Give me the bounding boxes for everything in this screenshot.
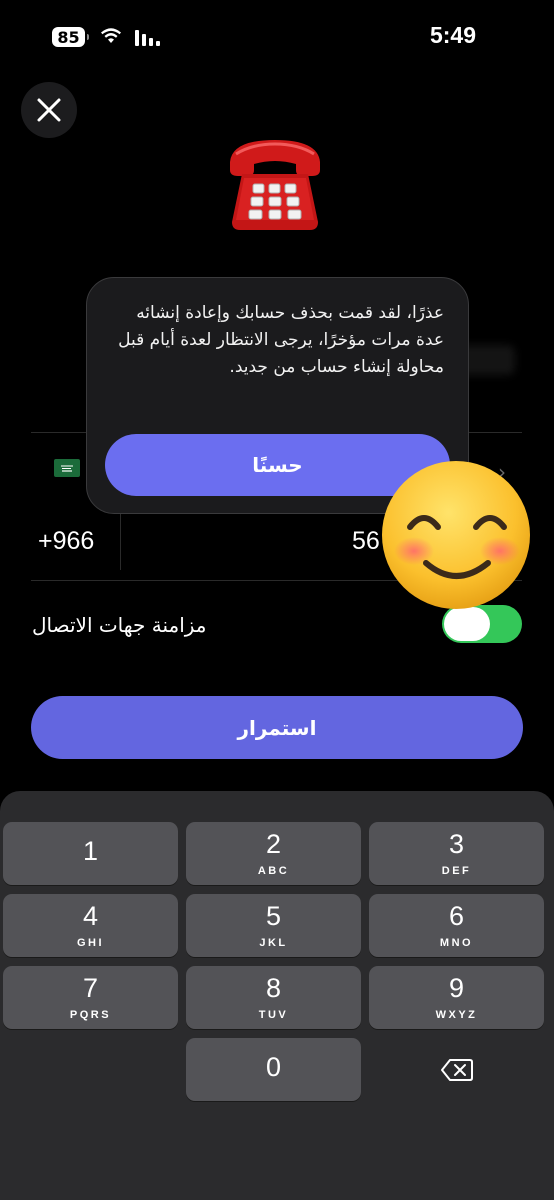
key-5[interactable]: 5 JKL xyxy=(186,894,361,957)
battery-indicator: 85 xyxy=(52,27,89,47)
continue-button[interactable]: استمرار xyxy=(31,696,523,759)
key-digit: 3 xyxy=(448,829,465,859)
phone-number-field[interactable]: 56 xyxy=(352,527,380,556)
status-time: 5:49 xyxy=(429,22,476,48)
key-letters: GHI xyxy=(76,937,105,949)
key-digit: 7 xyxy=(82,973,99,1003)
key-letters: TUV xyxy=(258,1009,289,1021)
key-digit: 5 xyxy=(265,901,282,931)
key-letters: ABC xyxy=(257,865,290,877)
key-6[interactable]: 6 MNO xyxy=(369,894,544,957)
key-letters: WXYZ xyxy=(435,1009,478,1021)
key-letters: MNO xyxy=(439,937,474,949)
key-letters: PQRS xyxy=(69,1009,112,1021)
battery-level: 85 xyxy=(57,27,80,47)
close-icon xyxy=(37,98,61,122)
key-9[interactable]: 9 WXYZ xyxy=(369,966,544,1029)
close-button[interactable] xyxy=(21,82,77,138)
country-code[interactable]: +966 xyxy=(38,527,94,556)
cellular-signal-icon xyxy=(135,30,160,46)
wifi-icon xyxy=(101,28,121,43)
key-digit: 0 xyxy=(265,1052,282,1082)
key-letters: DEF xyxy=(441,865,472,877)
dialog-message: عذرًا، لقد قمت بحذف حسابك وإعادة إنشائه … xyxy=(118,303,444,377)
key-7[interactable]: 7 PQRS xyxy=(3,966,178,1029)
telephone-emoji xyxy=(230,140,320,230)
key-digit: 1 xyxy=(82,836,99,866)
key-4[interactable]: 4 GHI xyxy=(3,894,178,957)
key-0[interactable]: 0 xyxy=(186,1038,361,1101)
toggle-knob xyxy=(444,607,490,641)
key-letters: JKL xyxy=(259,937,288,949)
backspace-icon xyxy=(440,1058,473,1081)
key-2[interactable]: 2 ABC xyxy=(186,822,361,885)
divider xyxy=(120,510,121,570)
key-digit: 6 xyxy=(448,901,465,931)
key-digit: 2 xyxy=(265,829,282,859)
saudi-flag-icon xyxy=(54,459,80,477)
key-1[interactable]: 1 xyxy=(3,822,178,885)
key-digit: 8 xyxy=(265,973,282,1003)
key-3[interactable]: 3 DEF xyxy=(369,822,544,885)
key-8[interactable]: 8 TUV xyxy=(186,966,361,1029)
key-digit: 4 xyxy=(82,901,99,931)
sync-contacts-label: مزامنة جهات الاتصال xyxy=(32,613,207,637)
backspace-button[interactable] xyxy=(369,1038,544,1101)
smiling-face-emoji xyxy=(382,461,530,609)
key-digit: 9 xyxy=(448,973,465,1003)
